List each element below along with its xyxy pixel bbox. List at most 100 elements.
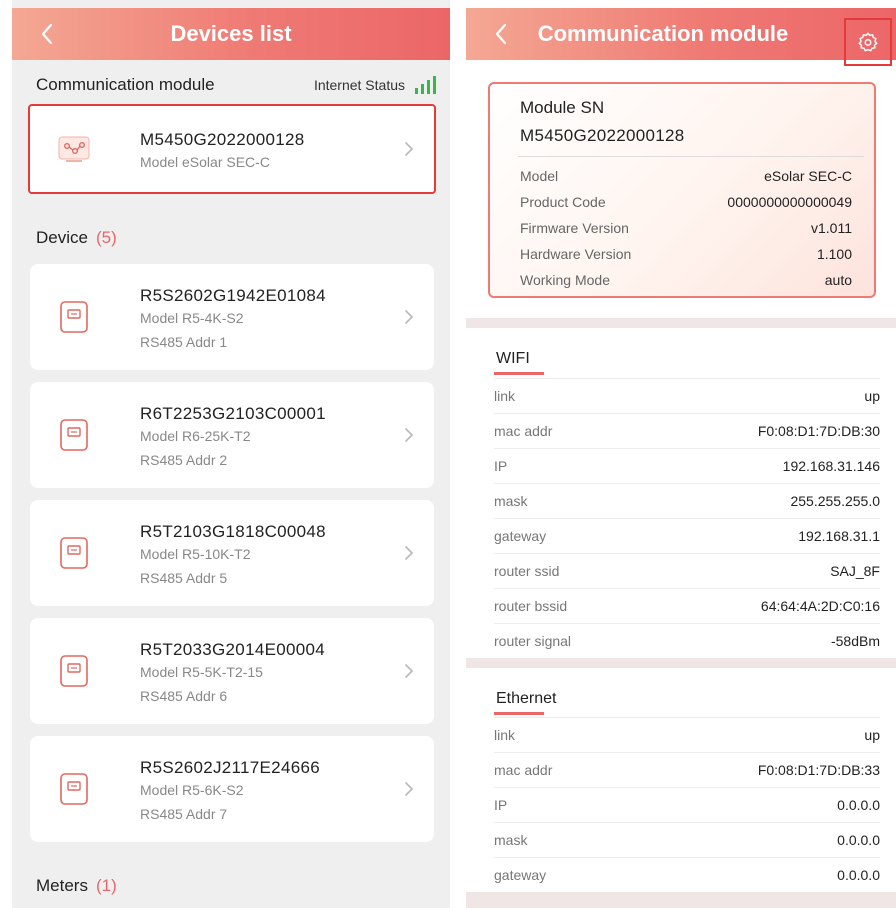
divider: [518, 156, 864, 157]
communication-module-card[interactable]: M5450G2022000128 Model eSolar SEC-C: [28, 104, 436, 194]
back-button[interactable]: [488, 20, 516, 48]
ethernet-title-underline: [494, 712, 544, 715]
row-value: 0.0.0.0: [837, 867, 880, 883]
wifi-title-underline: [494, 372, 544, 375]
inverter-icon: [56, 771, 92, 807]
chevron-right-icon: [405, 546, 414, 560]
inverter-icon: [56, 417, 92, 453]
back-button[interactable]: [34, 20, 62, 48]
wifi-row-router-signal: router signal -58dBm: [494, 623, 880, 658]
section-separator: [466, 318, 896, 328]
devices-list-screen: Devices list Communication module Intern…: [12, 0, 450, 908]
field-value: 1.100: [816, 246, 852, 262]
settings-button[interactable]: [844, 18, 892, 66]
communication-module-section-header: Communication module Internet Status: [36, 72, 436, 98]
page-title: Devices list: [170, 21, 292, 46]
device-serial-number: R5S2602G1942E01084: [140, 286, 326, 305]
device-count-badge: (5): [95, 228, 117, 247]
device-card[interactable]: R5T2033G2014E00004 Model R5-5K-T2-15 RS4…: [30, 618, 434, 724]
ethernet-row-mask: mask 0.0.0.0: [494, 822, 880, 857]
info-field-working-mode: Working Mode auto: [520, 272, 852, 288]
device-serial-number: R5T2033G2014E00004: [140, 640, 325, 659]
internet-status: Internet Status: [314, 76, 436, 94]
device-serial-number: R6T2253G2103C00001: [140, 404, 326, 423]
ethernet-section-title: Ethernet: [496, 690, 557, 707]
wifi-row-ip: IP 192.168.31.146: [494, 448, 880, 483]
device-card[interactable]: R5S2602J2117E24666 Model R5-6K-S2 RS485 …: [30, 736, 434, 842]
device-model: Model R5-10K-T2: [140, 546, 251, 562]
device-model: Model R5-6K-S2: [140, 782, 244, 798]
field-label: Product Code: [520, 194, 606, 210]
device-model: Model R5-4K-S2: [140, 310, 244, 326]
meters-section-label: Meters: [36, 876, 88, 895]
module-model: Model eSolar SEC-C: [140, 154, 270, 170]
inverter-icon: [56, 299, 92, 335]
wifi-row-router-ssid: router ssid SAJ_8F: [494, 553, 880, 588]
page-title: Communication module: [537, 21, 789, 46]
chevron-right-icon: [405, 664, 414, 678]
info-field-hardware-version: Hardware Version 1.100: [520, 246, 852, 262]
ethernet-row-mac-addr: mac addr F0:08:D1:7D:DB:33: [494, 752, 880, 787]
device-card[interactable]: R6T2253G2103C00001 Model R6-25K-T2 RS485…: [30, 382, 434, 488]
device-rs485-address: RS485 Addr 1: [140, 334, 228, 350]
device-rs485-address: RS485 Addr 5: [140, 570, 228, 586]
section-separator: [466, 892, 896, 908]
row-label: gateway: [494, 867, 547, 883]
device-rs485-address: RS485 Addr 2: [140, 452, 228, 468]
field-label: Hardware Version: [520, 246, 632, 262]
row-label: mac addr: [494, 423, 553, 439]
device-serial-number: R5S2602J2117E24666: [140, 758, 320, 777]
row-value: up: [864, 388, 880, 404]
wifi-row-mac-addr: mac addr F0:08:D1:7D:DB:30: [494, 413, 880, 448]
device-rs485-address: RS485 Addr 7: [140, 806, 228, 822]
chevron-left-icon: [495, 23, 507, 45]
module-info-card: Module SN M5450G2022000128 Model eSolar S…: [488, 82, 876, 298]
row-label: gateway: [494, 528, 547, 544]
ethernet-row-ip: IP 0.0.0.0: [494, 787, 880, 822]
meters-section-header: Meters (1): [36, 876, 117, 896]
section-separator: [466, 658, 896, 668]
chevron-left-icon: [41, 23, 53, 45]
device-card[interactable]: R5T2103G1818C00048 Model R5-10K-T2 RS485…: [30, 500, 434, 606]
chevron-right-icon: [405, 310, 414, 324]
field-value: eSolar SEC-C: [764, 168, 852, 184]
row-label: router ssid: [494, 563, 560, 579]
row-label: IP: [494, 458, 508, 474]
signal-bars-icon: [415, 76, 436, 94]
device-section-label: Device: [36, 228, 88, 247]
row-value: 0.0.0.0: [837, 797, 880, 813]
chevron-right-icon: [405, 782, 414, 796]
device-card[interactable]: R5S2602G1942E01084 Model R5-4K-S2 RS485 …: [30, 264, 434, 370]
row-label: mask: [494, 832, 528, 848]
row-value: F0:08:D1:7D:DB:30: [757, 423, 880, 439]
device-model: Model R6-25K-T2: [140, 428, 251, 444]
row-value: 192.168.31.146: [782, 458, 880, 474]
row-label: router bssid: [494, 598, 568, 614]
row-value: SAJ_8F: [830, 563, 880, 579]
wifi-row-router-bssid: router bssid 64:64:4A:2D:C0:16: [494, 588, 880, 623]
field-label: Firmware Version: [520, 220, 629, 236]
field-value: 0000000000000049: [727, 194, 852, 210]
module-sn-value: M5450G2022000128: [520, 126, 685, 145]
communication-module-header: Communication module: [466, 8, 896, 66]
communication-module-screen: Communication module Module SN M5450G202…: [466, 0, 896, 908]
wifi-row-gateway: gateway 192.168.31.1: [494, 518, 880, 553]
field-value: auto: [824, 272, 852, 288]
module-icon: [56, 131, 92, 167]
module-sn-label: Module SN: [520, 98, 605, 117]
device-rs485-address: RS485 Addr 6: [140, 688, 228, 704]
chevron-right-icon: [405, 142, 414, 156]
inverter-icon: [56, 535, 92, 571]
wifi-section-title: WIFI: [496, 350, 530, 367]
row-value: up: [864, 727, 880, 743]
field-label: Working Mode: [520, 272, 611, 288]
field-label: Model: [520, 168, 559, 184]
row-label: mac addr: [494, 762, 553, 778]
device-serial-number: R5T2103G1818C00048: [140, 522, 326, 541]
info-field-model: Model eSolar SEC-C: [520, 168, 852, 184]
row-label: mask: [494, 493, 528, 509]
internet-status-label: Internet Status: [313, 77, 405, 93]
ethernet-row-link: link up: [494, 717, 880, 752]
row-value: 0.0.0.0: [837, 832, 880, 848]
wifi-row-mask: mask 255.255.255.0: [494, 483, 880, 518]
